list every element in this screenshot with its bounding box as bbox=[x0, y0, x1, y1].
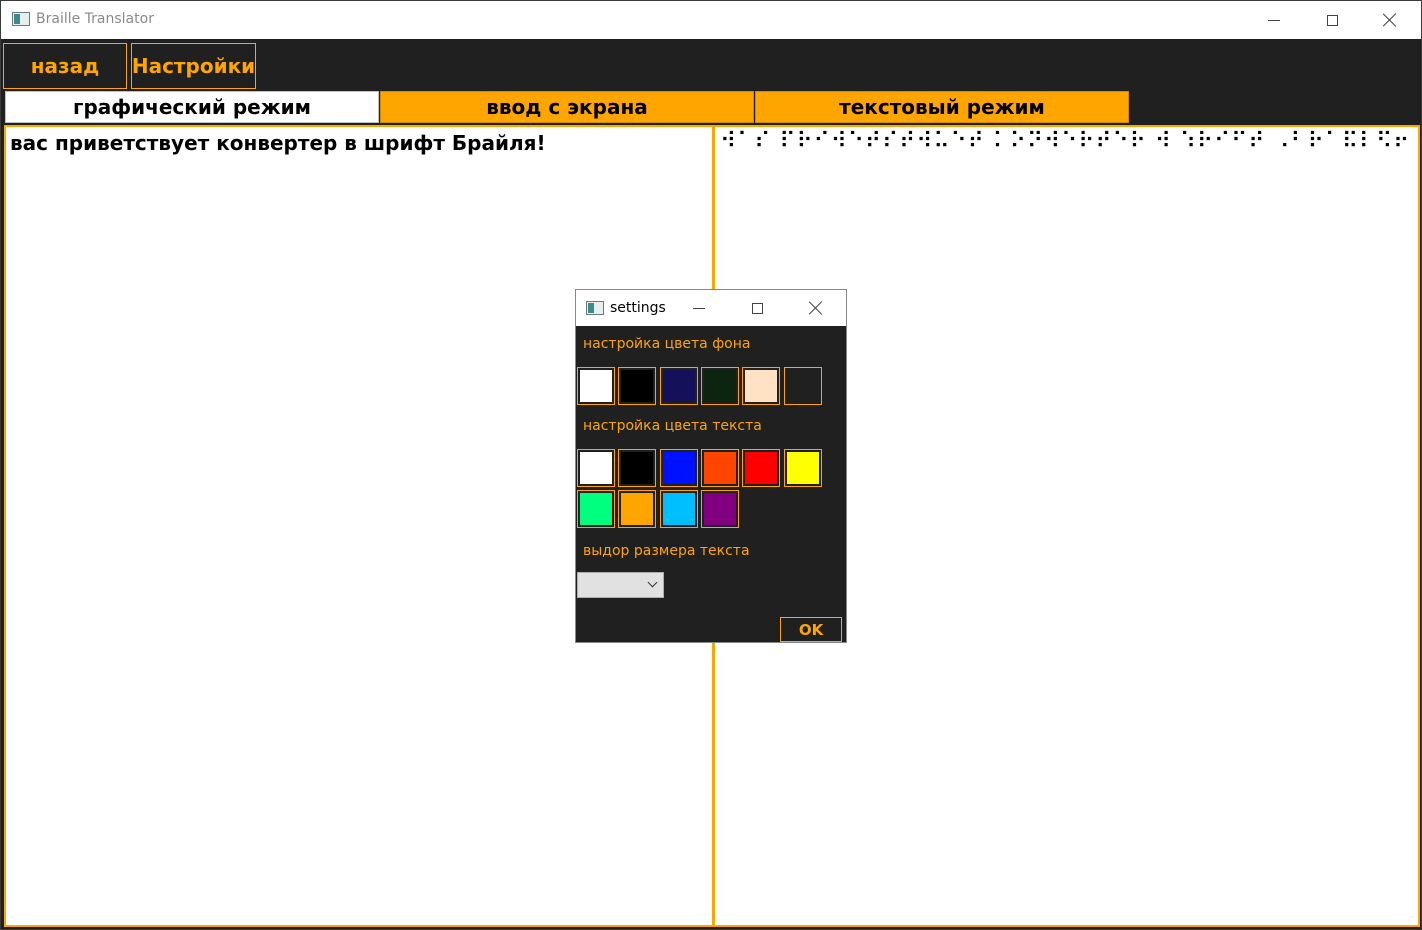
text-color-swatch[interactable] bbox=[618, 490, 657, 528]
background-color-swatch[interactable] bbox=[618, 367, 657, 405]
background-color-swatch[interactable] bbox=[742, 367, 781, 405]
dialog-minimize-button[interactable] bbox=[670, 290, 728, 326]
text-color-swatch-fill bbox=[580, 493, 612, 525]
text-color-label: настройка цвета текста bbox=[583, 418, 762, 434]
dialog-close-button[interactable] bbox=[787, 290, 845, 326]
dialog-title: settings bbox=[610, 300, 666, 316]
settings-dialog: settings настройка цвета фона настройка … bbox=[575, 289, 847, 643]
text-color-swatch[interactable] bbox=[577, 449, 615, 487]
ok-button[interactable]: OK bbox=[780, 617, 842, 642]
title-bar: Braille Translator bbox=[1, 1, 1421, 39]
window-title: Braille Translator bbox=[36, 11, 154, 27]
chevron-down-icon bbox=[647, 577, 658, 588]
text-color-swatch-fill bbox=[745, 452, 778, 484]
text-color-swatch[interactable] bbox=[577, 490, 615, 528]
maximize-icon bbox=[751, 302, 763, 314]
text-color-swatch-fill bbox=[662, 493, 695, 525]
settings-button[interactable]: Настройки bbox=[131, 43, 256, 89]
background-color-swatch-fill bbox=[703, 370, 736, 402]
dialog-title-bar: settings bbox=[576, 290, 846, 326]
text-color-swatch[interactable] bbox=[700, 490, 739, 528]
tab-graphic-mode[interactable]: графический режим bbox=[5, 91, 379, 123]
text-color-swatch[interactable] bbox=[783, 449, 822, 487]
background-color-swatch-fill bbox=[621, 370, 654, 402]
background-color-swatch[interactable] bbox=[700, 367, 739, 405]
text-color-swatch[interactable] bbox=[700, 449, 739, 487]
text-color-swatch-fill bbox=[662, 452, 695, 484]
app-icon bbox=[12, 12, 30, 26]
text-size-label: выдор размера текста bbox=[583, 543, 750, 559]
text-color-swatch[interactable] bbox=[742, 449, 781, 487]
text-color-swatch-fill bbox=[703, 452, 736, 484]
text-color-swatch-fill bbox=[703, 493, 736, 525]
background-color-swatch[interactable] bbox=[783, 367, 822, 405]
text-color-swatch[interactable] bbox=[659, 490, 698, 528]
background-color-swatch-fill bbox=[580, 370, 612, 402]
text-color-swatch[interactable] bbox=[659, 449, 698, 487]
text-color-swatch-fill bbox=[621, 493, 654, 525]
minimize-button[interactable] bbox=[1245, 1, 1303, 39]
maximize-button[interactable] bbox=[1303, 1, 1361, 39]
dialog-app-icon bbox=[586, 301, 604, 315]
background-color-swatch[interactable] bbox=[659, 367, 698, 405]
text-size-select[interactable] bbox=[577, 572, 664, 598]
close-icon bbox=[809, 301, 823, 315]
dialog-maximize-button[interactable] bbox=[728, 290, 786, 326]
back-button[interactable]: назад bbox=[3, 43, 127, 89]
background-color-swatch[interactable] bbox=[577, 367, 615, 405]
maximize-icon bbox=[1326, 14, 1338, 26]
tab-screen-input[interactable]: ввод с экрана bbox=[380, 91, 754, 123]
minimize-icon bbox=[693, 307, 705, 309]
background-color-swatch-fill bbox=[745, 370, 778, 402]
minimize-icon bbox=[1268, 19, 1280, 21]
background-color-label: настройка цвета фона bbox=[583, 336, 751, 352]
text-color-swatch-fill bbox=[580, 452, 612, 484]
text-color-swatch-fill bbox=[786, 452, 819, 484]
text-color-swatch-fill bbox=[621, 452, 654, 484]
braille-output-text: ⠺⠁⠎ ⠏⠗⠊⠺⠑⠞⠎⠞⠺⠥⠑⠞ ⠅⠕⠝⠺⠑⠗⠞⠑⠗ ⠺ ⠱⠗⠊⠋⠞ ⠠⠃⠗⠁⠯… bbox=[720, 129, 1411, 154]
close-icon bbox=[1383, 13, 1397, 27]
background-color-swatch-fill bbox=[662, 370, 695, 402]
input-text[interactable]: вас приветствует конвертер в шрифт Брайл… bbox=[10, 131, 546, 155]
close-button[interactable] bbox=[1361, 1, 1419, 39]
tab-text-mode[interactable]: текстовый режим bbox=[755, 91, 1129, 123]
background-color-swatch-fill bbox=[786, 370, 819, 402]
text-color-swatch[interactable] bbox=[618, 449, 657, 487]
